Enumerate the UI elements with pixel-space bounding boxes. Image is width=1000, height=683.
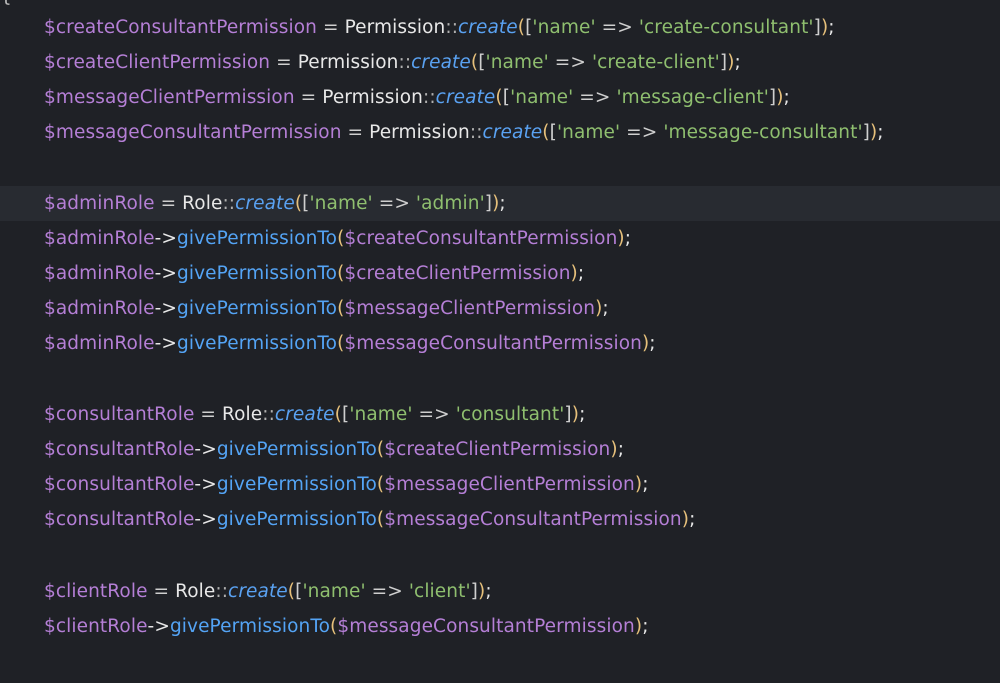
code-line-perm-message-consultant[interactable]: $messageConsultantPermission = Permissio…	[0, 115, 1000, 150]
object-variable: $consultantRole	[44, 509, 195, 530]
code-line-consultant-role[interactable]: $consultantRole = Role::create(['name' =…	[0, 397, 1000, 432]
double-arrow: =>	[626, 122, 658, 143]
code-line-perm-create-consultant[interactable]: $createConsultantPermission = Permission…	[0, 10, 1000, 45]
variable-name: $messageConsultantPermission	[44, 122, 342, 143]
code-line-client-role[interactable]: $clientRole = Role::create(['name' => 'c…	[0, 574, 1000, 609]
object-variable: $adminRole	[44, 263, 155, 284]
method-name: givePermissionTo	[216, 474, 377, 495]
code-line-admin-give-1[interactable]: $adminRole->givePermissionTo($createCons…	[0, 221, 1000, 256]
array-key: 'name'	[556, 122, 621, 143]
object-operator: ->	[194, 439, 217, 460]
double-arrow: =>	[378, 193, 410, 214]
code-line-consultant-give-3[interactable]: $consultantRole->givePermissionTo($messa…	[0, 502, 1000, 537]
code-line-admin-role[interactable]: $adminRole = Role::create(['name' => 'ad…	[0, 186, 1000, 221]
string-value: 'client'	[408, 581, 471, 602]
object-variable: $consultantRole	[44, 474, 195, 495]
class-name: Permission	[322, 87, 423, 108]
string-value: 'create-consultant'	[638, 17, 814, 38]
code-line-admin-give-3[interactable]: $adminRole->givePermissionTo($messageCli…	[0, 291, 1000, 326]
variable-name: $messageClientPermission	[44, 87, 295, 108]
object-operator: ->	[194, 509, 217, 530]
object-variable: $clientRole	[44, 616, 148, 637]
argument-variable: $createConsultantPermission	[344, 228, 618, 249]
method-name: givePermissionTo	[169, 616, 331, 637]
double-arrow: =>	[601, 17, 633, 38]
object-variable: $adminRole	[44, 333, 155, 354]
variable-name: $consultantRole	[44, 404, 195, 425]
code-line-perm-create-client[interactable]: $createClientPermission = Permission::cr…	[0, 45, 1000, 80]
array-key: 'name'	[532, 17, 596, 38]
method-name: givePermissionTo	[177, 228, 338, 249]
variable-name: $adminRole	[44, 193, 155, 214]
double-arrow: =>	[418, 404, 450, 425]
code-editor[interactable]: { $createConsultantPermission = Permissi…	[0, 0, 1000, 683]
class-name: Permission	[297, 52, 399, 73]
string-value: 'message-consultant'	[663, 122, 863, 143]
array-key: 'name'	[302, 581, 366, 602]
class-name: Permission	[369, 122, 470, 143]
open-brace: {	[0, 0, 12, 7]
argument-variable: $createClientPermission	[384, 439, 611, 460]
variable-name: $clientRole	[44, 581, 148, 602]
function-name: create	[411, 52, 471, 73]
class-name: Role	[175, 581, 216, 602]
object-variable: $consultantRole	[44, 439, 195, 460]
variable-name: $createClientPermission	[44, 52, 271, 73]
object-operator: ->	[154, 333, 177, 354]
class-name: Role	[182, 193, 223, 214]
object-operator: ->	[154, 228, 177, 249]
method-name: givePermissionTo	[177, 333, 338, 354]
function-name: create	[482, 122, 543, 143]
object-variable: $adminRole	[44, 228, 155, 249]
method-name: givePermissionTo	[216, 509, 377, 530]
array-key: 'name'	[485, 52, 549, 73]
object-operator: ->	[154, 298, 177, 319]
double-arrow: =>	[371, 581, 403, 602]
argument-variable: $messageConsultantPermission	[344, 333, 642, 354]
function-name: create	[274, 404, 335, 425]
function-name: create	[235, 193, 295, 214]
array-key: 'name'	[309, 193, 373, 214]
method-name: givePermissionTo	[216, 439, 377, 460]
function-name: create	[228, 581, 288, 602]
argument-variable: $messageClientPermission	[344, 298, 596, 319]
object-variable: $adminRole	[44, 298, 155, 319]
string-value: 'consultant'	[455, 404, 565, 425]
class-name: Permission	[344, 17, 446, 38]
code-line-admin-give-2[interactable]: $adminRole->givePermissionTo($createClie…	[0, 256, 1000, 291]
double-arrow: =>	[554, 52, 586, 73]
argument-variable: $messageClientPermission	[384, 474, 635, 495]
variable-name: $createConsultantPermission	[44, 17, 318, 38]
double-arrow: =>	[579, 87, 611, 108]
method-name: givePermissionTo	[177, 298, 338, 319]
code-line-consultant-give-1[interactable]: $consultantRole->givePermissionTo($creat…	[0, 432, 1000, 467]
function-name: create	[435, 87, 496, 108]
object-operator: ->	[154, 263, 177, 284]
array-key: 'name'	[349, 404, 413, 425]
object-operator: ->	[147, 616, 170, 637]
argument-variable: $messageConsultantPermission	[337, 616, 635, 637]
object-operator: ->	[194, 474, 217, 495]
string-value: 'create-client'	[591, 52, 720, 73]
code-line-perm-message-client[interactable]: $messageClientPermission = Permission::c…	[0, 80, 1000, 115]
code-line-admin-give-4[interactable]: $adminRole->givePermissionTo($messageCon…	[0, 326, 1000, 361]
argument-variable: $messageConsultantPermission	[384, 509, 682, 530]
method-name: givePermissionTo	[177, 263, 338, 284]
string-value: 'admin'	[415, 193, 485, 214]
function-name: create	[458, 17, 518, 38]
code-line-client-give-1[interactable]: $clientRole->givePermissionTo($messageCo…	[0, 609, 1000, 644]
code-line-consultant-give-2[interactable]: $consultantRole->givePermissionTo($messa…	[0, 467, 1000, 502]
argument-variable: $createClientPermission	[344, 263, 571, 284]
string-value: 'message-client'	[616, 87, 769, 108]
array-key: 'name'	[510, 87, 574, 108]
class-name: Role	[221, 404, 263, 425]
